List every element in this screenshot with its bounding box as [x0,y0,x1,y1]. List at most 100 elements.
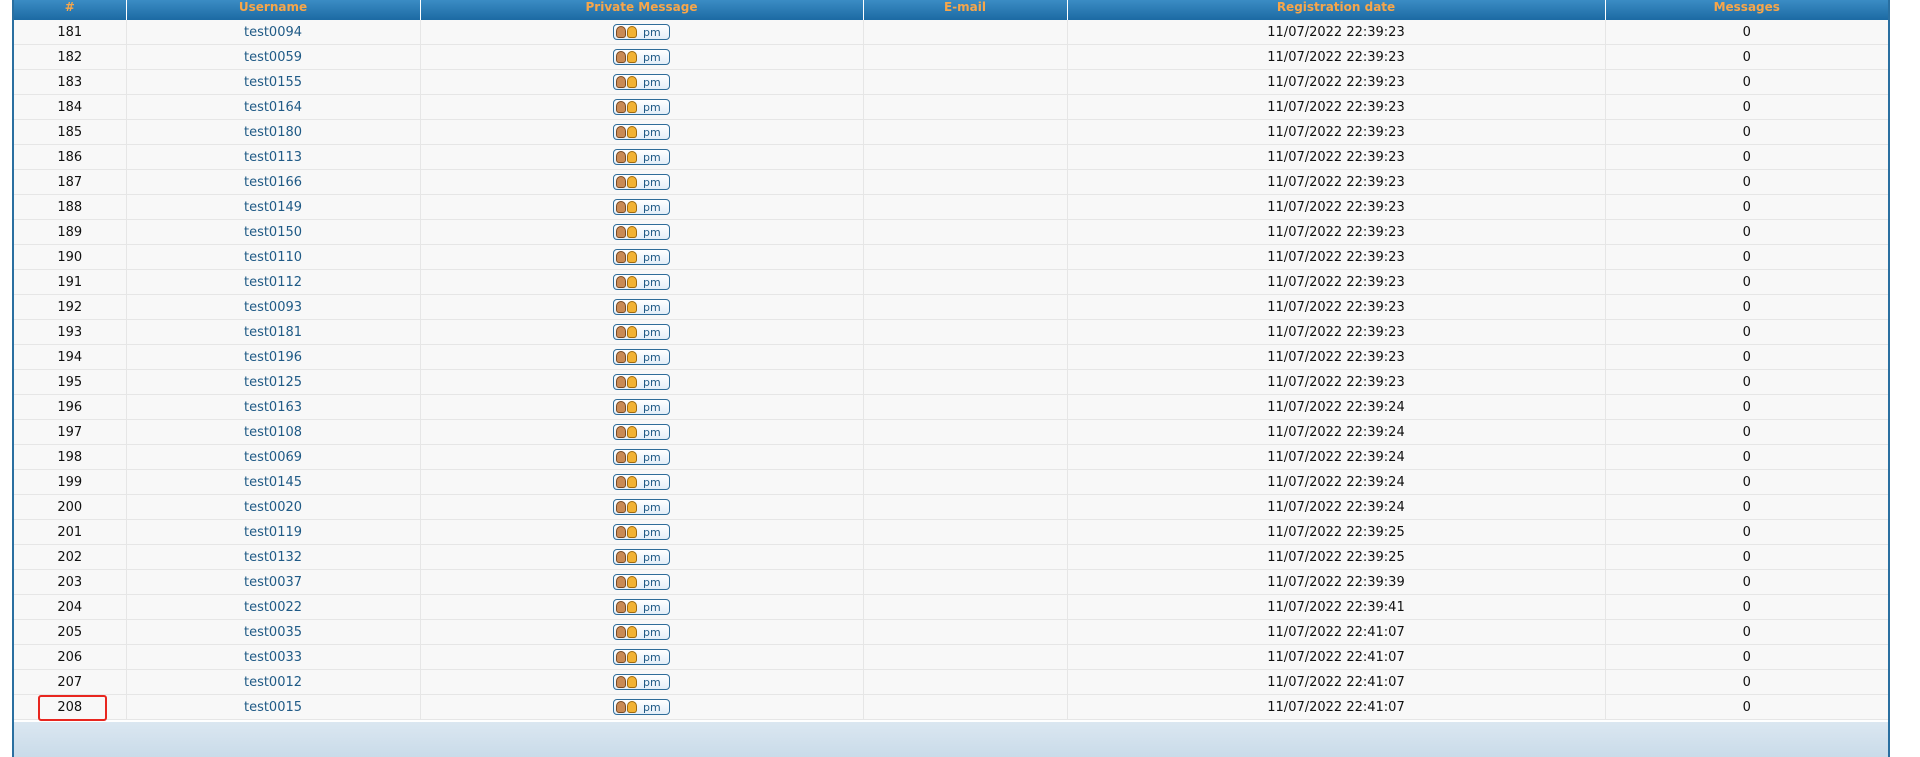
email-cell [863,694,1068,720]
private-message-cell: pm [420,94,864,120]
private-message-button[interactable]: pm [613,224,670,240]
column-header-username[interactable]: Username [126,0,421,20]
row-number: 196 [14,394,127,420]
private-message-cell: pm [420,294,864,320]
private-message-cell: pm [420,694,864,720]
username-link[interactable]: test0035 [244,625,302,640]
username-link[interactable]: test0166 [244,175,302,190]
private-message-button[interactable]: pm [613,199,670,215]
username-link[interactable]: test0012 [244,675,302,690]
private-message-button[interactable]: pm [613,449,670,465]
email-cell [863,669,1068,695]
private-message-button[interactable]: pm [613,374,670,390]
username-cell: test0012 [126,669,421,695]
column-header-email[interactable]: E-mail [863,0,1068,20]
table-row: 189 test0150 pm 11/07/2022 22:39:23 0 [14,219,1888,245]
username-link[interactable]: test0037 [244,575,302,590]
private-message-button[interactable]: pm [613,499,670,515]
username-link[interactable]: test0145 [244,475,302,490]
private-message-icon [616,50,640,64]
row-number: 202 [14,544,127,570]
private-message-button[interactable]: pm [613,574,670,590]
private-message-button[interactable]: pm [613,649,670,665]
table-header-row: # Username Private Message E-mail Regist… [14,0,1888,20]
private-message-button[interactable]: pm [613,424,670,440]
private-message-cell: pm [420,569,864,595]
username-link[interactable]: test0069 [244,450,302,465]
username-link[interactable]: test0180 [244,125,302,140]
private-message-button[interactable]: pm [613,124,670,140]
private-message-button[interactable]: pm [613,249,670,265]
column-header-messages[interactable]: Messages [1605,0,1888,20]
private-message-button[interactable]: pm [613,174,670,190]
private-message-button[interactable]: pm [613,24,670,40]
registration-date-cell: 11/07/2022 22:39:23 [1067,194,1606,220]
private-message-button[interactable]: pm [613,299,670,315]
table-row: 191 test0112 pm 11/07/2022 22:39:23 0 [14,269,1888,295]
table-row: 183 test0155 pm 11/07/2022 22:39:23 0 [14,69,1888,95]
private-message-icon [616,425,640,439]
private-message-icon [616,400,640,414]
username-link[interactable]: test0033 [244,650,302,665]
email-cell [863,194,1068,220]
private-message-button[interactable]: pm [613,474,670,490]
private-message-cell: pm [420,219,864,245]
private-message-button[interactable]: pm [613,324,670,340]
row-number: 192 [14,294,127,320]
username-link[interactable]: test0155 [244,75,302,90]
username-link[interactable]: test0110 [244,250,302,265]
private-message-label: pm [643,200,661,214]
table-row: 187 test0166 pm 11/07/2022 22:39:23 0 [14,169,1888,195]
username-link[interactable]: test0112 [244,275,302,290]
username-link[interactable]: test0020 [244,500,302,515]
private-message-button[interactable]: pm [613,99,670,115]
registration-date-cell: 11/07/2022 22:39:24 [1067,444,1606,470]
private-message-icon [616,525,640,539]
messages-count-cell: 0 [1605,369,1888,395]
private-message-button[interactable]: pm [613,624,670,640]
column-header-number[interactable]: # [14,0,127,20]
private-message-button[interactable]: pm [613,524,670,540]
username-link[interactable]: test0059 [244,50,302,65]
username-link[interactable]: test0196 [244,350,302,365]
username-link[interactable]: test0015 [244,700,302,715]
username-cell: test0093 [126,294,421,320]
username-link[interactable]: test0108 [244,425,302,440]
private-message-button[interactable]: pm [613,149,670,165]
private-message-button[interactable]: pm [613,349,670,365]
username-link[interactable]: test0094 [244,25,302,40]
private-message-button[interactable]: pm [613,274,670,290]
row-number: 206 [14,644,127,670]
messages-count-cell: 0 [1605,419,1888,445]
row-number-highlight [38,695,107,721]
private-message-button[interactable]: pm [613,49,670,65]
table-row: 197 test0108 pm 11/07/2022 22:39:24 0 [14,419,1888,445]
registration-date-cell: 11/07/2022 22:39:24 [1067,394,1606,420]
username-link[interactable]: test0119 [244,525,302,540]
private-message-button[interactable]: pm [613,74,670,90]
username-link[interactable]: test0163 [244,400,302,415]
username-link[interactable]: test0164 [244,100,302,115]
private-message-icon [616,275,640,289]
username-link[interactable]: test0093 [244,300,302,315]
username-cell: test0113 [126,144,421,170]
username-link[interactable]: test0150 [244,225,302,240]
username-link[interactable]: test0022 [244,600,302,615]
messages-count-cell: 0 [1605,169,1888,195]
username-link[interactable]: test0113 [244,150,302,165]
private-message-button[interactable]: pm [613,599,670,615]
username-cell: test0094 [126,20,421,45]
username-link[interactable]: test0132 [244,550,302,565]
column-header-registration-date[interactable]: Registration date [1067,0,1606,20]
private-message-button[interactable]: pm [613,549,670,565]
private-message-button[interactable]: pm [613,674,670,690]
email-cell [863,469,1068,495]
private-message-button[interactable]: pm [613,399,670,415]
username-link[interactable]: test0181 [244,325,302,340]
private-message-button[interactable]: pm [613,699,670,715]
username-link[interactable]: test0125 [244,375,302,390]
username-cell: test0180 [126,119,421,145]
messages-count-cell: 0 [1605,444,1888,470]
private-message-icon [616,450,640,464]
username-link[interactable]: test0149 [244,200,302,215]
